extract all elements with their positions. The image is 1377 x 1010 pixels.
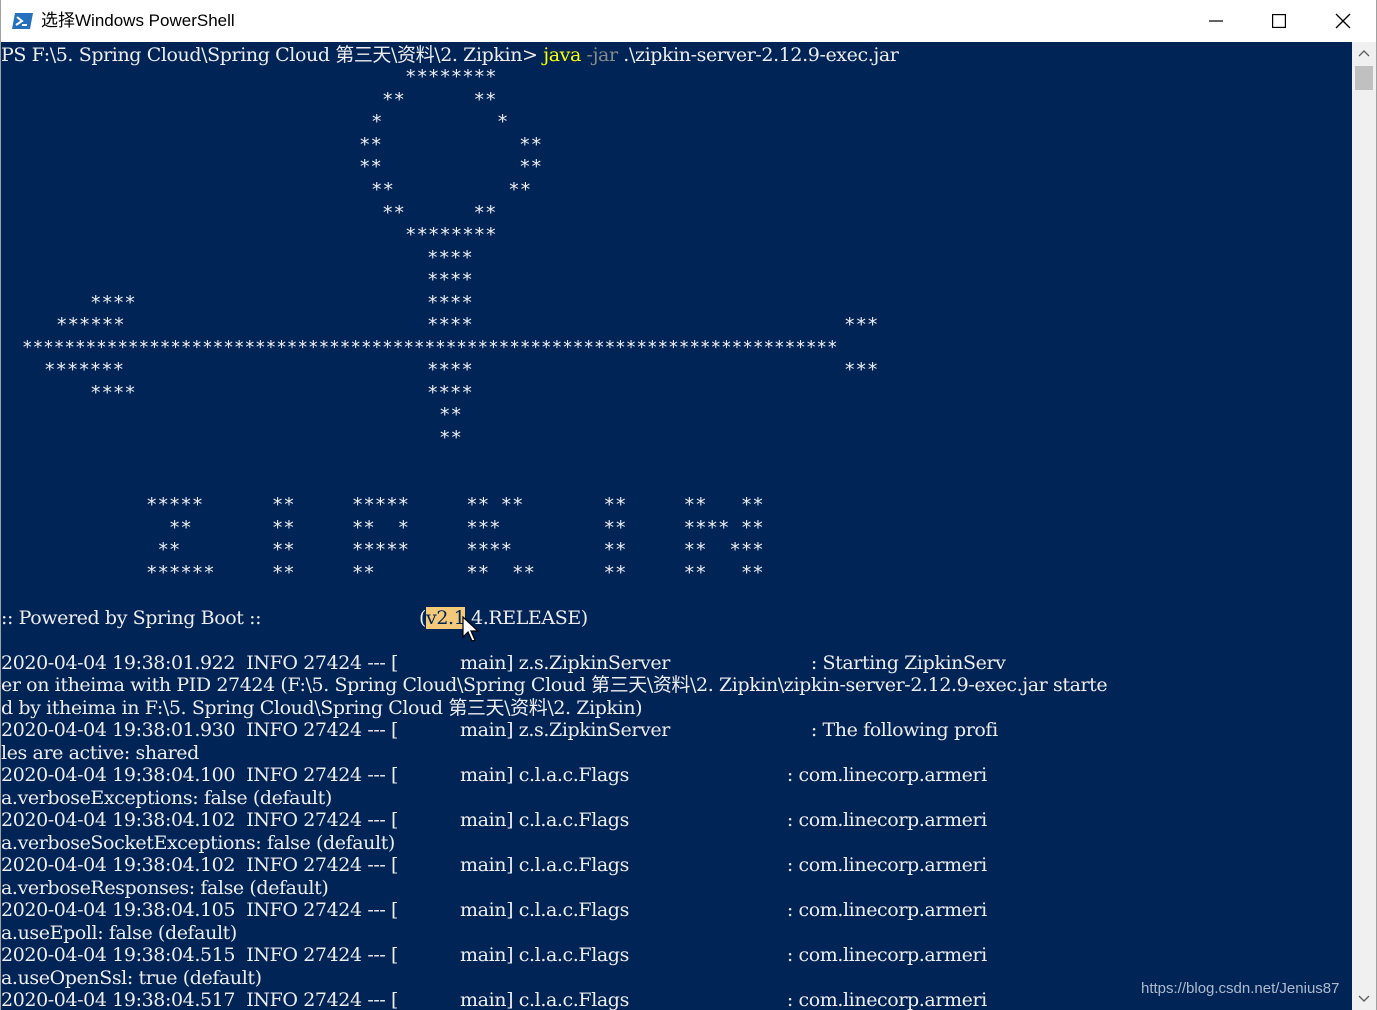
chevron-down-icon (1358, 995, 1370, 1002)
log-line: les are active: shared (1, 742, 199, 764)
banner-logo-line: ** ** (382, 202, 497, 224)
banner-logo-line: **** (427, 382, 473, 404)
log-line: a.verboseExceptions: false (default) (1, 787, 332, 809)
powered-by-label: :: Powered by Spring Boot :: (1, 607, 262, 629)
log-line: 2020-04-04 19:38:04.102 INFO 27424 --- [… (1, 809, 987, 831)
log-line: 2020-04-04 19:38:04.102 INFO 27424 --- [… (1, 854, 987, 876)
maximize-icon (1272, 14, 1286, 28)
scroll-thumb[interactable] (1355, 66, 1373, 90)
command-name: java (543, 44, 581, 66)
minimize-button[interactable] (1184, 0, 1248, 42)
log-line: er on itheima with PID 27424 (F:\5. Spri… (1, 674, 1108, 696)
version-text: (v2.1.4.RELEASE) (419, 607, 588, 630)
watermark: https://blog.csdn.net/Jenius87 (1141, 980, 1340, 997)
banner-logo-line: ** ** (359, 134, 543, 156)
scroll-up-button[interactable] (1352, 42, 1376, 64)
log-line: 2020-04-04 19:38:01.922 INFO 27424 --- [… (1, 652, 1006, 674)
powershell-window: 选择Windows PowerShell PS F:\5. Spring Clo… (0, 0, 1377, 1010)
log-line: a.useOpenSsl: true (default) (1, 967, 262, 989)
powered-by-line: :: Powered by Spring Boot :: (1, 607, 262, 630)
banner-left-wing: ******* (44, 359, 125, 381)
prompt-line: PS F:\5. Spring Cloud\Spring Cloud 第三天\资… (1, 44, 899, 67)
log-line: 2020-04-04 19:38:04.100 INFO 27424 --- [… (1, 764, 987, 786)
version-open-paren: ( (419, 607, 427, 629)
banner-logo-line: ****************************************… (22, 338, 838, 358)
prompt-prefix: PS F:\5. Spring Cloud\Spring Cloud 第三天\资… (1, 44, 544, 66)
banner-word-line: ***** ** ***** ** ** ** ** ** (146, 494, 764, 516)
banner-word-line: ****** ** ** ** ** ** ** ** (146, 562, 764, 584)
banner-logo-line: ******** (405, 66, 497, 88)
banner-logo-line: **** (427, 314, 473, 336)
banner-word-line: ** ** ***** **** ** ** *** (146, 539, 764, 561)
banner-logo-line: * * (371, 111, 509, 133)
banner-left-wing: **** (90, 292, 136, 314)
command-param: -jar (580, 44, 619, 66)
log-line: 2020-04-04 19:38:04.105 INFO 27424 --- [… (1, 899, 987, 921)
log-line: 2020-04-04 19:38:04.515 INFO 27424 --- [… (1, 944, 987, 966)
mouse-pointer-icon (462, 616, 480, 642)
close-button[interactable] (1311, 0, 1375, 42)
banner-logo-line: **** (427, 292, 473, 314)
log-line: a.useEpoll: false (default) (1, 922, 237, 944)
selected-text[interactable]: v2.1 (426, 607, 466, 629)
log-line: 2020-04-04 19:38:04.517 INFO 27424 --- [… (1, 989, 987, 1010)
powershell-icon (12, 10, 34, 32)
log-line: a.verboseResponses: false (default) (1, 877, 329, 899)
window-title: 选择Windows PowerShell (41, 11, 235, 30)
vertical-scrollbar[interactable] (1352, 42, 1376, 1010)
banner-logo-line: ** ** (359, 156, 543, 178)
banner-logo-line: **** (427, 247, 473, 269)
banner-logo-line: ** (439, 404, 462, 426)
banner-logo-line: ** (439, 427, 462, 449)
close-icon (1335, 13, 1351, 29)
banner-left-wing: ****** (56, 314, 125, 336)
log-line: d by itheima in F:\5. Spring Cloud\Sprin… (1, 697, 643, 719)
log-line: 2020-04-04 19:38:01.930 INFO 27424 --- [… (1, 719, 998, 741)
console-output[interactable]: PS F:\5. Spring Cloud\Spring Cloud 第三天\资… (1, 42, 1352, 1010)
banner-logo-line: **** (427, 359, 473, 381)
banner-logo-line: ******** (405, 224, 497, 246)
command-argument: .\zipkin-server-2.12.9-exec.jar (617, 44, 899, 66)
banner-right-wing: *** (844, 359, 879, 381)
banner-logo-line: **** (427, 269, 473, 291)
minimize-icon (1209, 20, 1223, 22)
title-bar[interactable]: 选择Windows PowerShell (1, 0, 1376, 42)
maximize-button[interactable] (1247, 0, 1311, 42)
banner-right-wing: *** (844, 314, 879, 336)
chevron-up-icon (1358, 50, 1370, 57)
scroll-down-button[interactable] (1352, 988, 1376, 1010)
banner-word-line: ** ** ** * *** ** **** ** (146, 517, 764, 539)
banner-logo-line: ** ** (382, 89, 497, 111)
banner-left-wing: **** (90, 382, 136, 404)
log-line: a.verboseSocketExceptions: false (defaul… (1, 832, 395, 854)
banner-logo-line: ** ** (371, 179, 532, 201)
version-rest: .4.RELEASE) (465, 607, 588, 629)
